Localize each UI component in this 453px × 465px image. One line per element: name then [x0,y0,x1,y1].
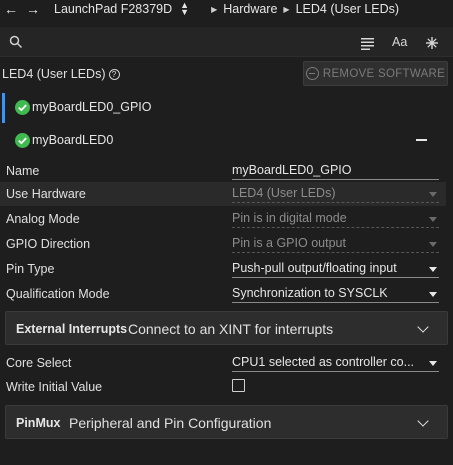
search-bar: Aa [0,27,453,57]
chevron-down-icon [429,217,437,222]
gpio-direction-value: Pin is a GPIO output [232,236,346,250]
core-select-select[interactable]: CPU1 selected as controller co... [232,355,439,372]
chevron-down-icon [429,292,437,297]
property-label: Core Select [6,356,72,370]
qualification-mode-select[interactable]: Synchronization to SYSCLK [232,286,439,303]
property-label: Write Initial Value [6,380,103,394]
property-name-row: Name myBoardLED0_GPIO [0,159,446,183]
use-hardware-value: LED4 (User LEDs) [232,186,336,200]
section-title: PinMux [16,416,61,430]
core-select-value: CPU1 selected as controller co... [232,355,415,369]
board-select-icon[interactable]: ▲ ▼ [180,1,189,17]
property-label: GPIO Direction [6,237,91,251]
breadcrumb-bar: ← → LaunchPad F28379D ▲ ▼ ▶ Hardware ▶ LE… [0,0,453,18]
tree-item-gpio[interactable]: myBoardLED0_GPIO [0,93,453,123]
property-label: Qualification Mode [6,287,110,301]
search-icon [9,35,23,49]
pin-type-select[interactable]: Push-pull output/floating input [232,261,439,278]
chevron-down-icon [429,267,437,272]
remove-software-label: REMOVE SOFTWARE [322,67,446,80]
use-hardware-select[interactable]: LED4 (User LEDs) [232,186,439,203]
tree-item-label: myBoardLED0 [32,133,114,147]
property-core-select-row: Core Select CPU1 selected as controller … [0,351,446,375]
check-circle-icon [15,133,30,148]
chevron-down-icon [417,415,429,427]
collapse-icon[interactable] [416,139,427,141]
property-qualification-mode-row: Qualification Mode Synchronization to SY… [0,282,446,306]
breadcrumb-board[interactable]: LaunchPad F28379D [54,2,172,16]
sparkle-icon[interactable] [425,34,439,52]
page-title: LED4 (User LEDs)? [2,67,120,81]
check-circle-icon [15,100,30,115]
property-gpio-direction-row: GPIO Direction Pin is a GPIO output [0,232,446,256]
property-label: Name [6,164,40,178]
analog-mode-value: Pin is in digital mode [232,211,347,225]
write-initial-checkbox[interactable] [232,379,245,392]
pin-type-value: Push-pull output/floating input [232,261,397,275]
section-description: Connect to an XINT for interrupts [128,321,334,337]
breadcrumb-current: LED4 (User LEDs) [295,2,400,16]
chevron-down-icon [429,192,437,197]
selection-indicator [2,93,5,123]
forward-arrow-icon[interactable]: → [22,1,44,17]
property-pin-type-row: Pin Type Push-pull output/floating input [0,257,446,281]
search-input[interactable] [30,32,340,52]
property-analog-mode-row: Analog Mode Pin is in digital mode [0,207,446,231]
list-view-icon[interactable] [361,35,375,53]
chevron-down-icon [417,321,429,333]
section-title: External Interrupts [16,322,128,336]
breadcrumb-separator-icon: ▶ [211,4,218,14]
tree-item-label: myBoardLED0_GPIO [32,100,152,114]
breadcrumb-separator-icon: ▶ [283,4,290,14]
breadcrumb-hardware[interactable]: Hardware [223,2,277,16]
tree-item-led[interactable]: myBoardLED0 [0,126,453,154]
page-title-text: LED4 (User LEDs) [2,67,106,81]
pinmux-section[interactable]: PinMux Peripheral and Pin Configuration [5,405,448,439]
help-icon[interactable]: ? [108,69,120,80]
remove-circle-icon [305,67,319,80]
font-size-icon[interactable]: Aa [392,35,407,53]
section-description: Peripheral and Pin Configuration [69,415,272,431]
external-interrupts-section[interactable]: External Interrupts Connect to an XINT f… [5,311,448,345]
name-field[interactable]: myBoardLED0_GPIO [232,163,439,180]
chevron-down-icon [429,361,437,366]
qualification-mode-value: Synchronization to SYSCLK [232,286,388,300]
property-label: Use Hardware [6,187,86,201]
property-use-hardware-row: Use Hardware LED4 (User LEDs) [0,182,446,206]
analog-mode-select[interactable]: Pin is in digital mode [232,211,439,228]
chevron-down-icon [429,242,437,247]
gpio-direction-select[interactable]: Pin is a GPIO output [232,236,439,253]
property-write-initial-row: Write Initial Value [0,375,446,399]
name-field-value: myBoardLED0_GPIO [232,163,352,177]
property-label: Pin Type [6,262,55,276]
property-label: Analog Mode [6,212,80,226]
back-arrow-icon[interactable]: ← [0,1,22,17]
remove-software-button[interactable]: REMOVE SOFTWARE [303,61,448,86]
